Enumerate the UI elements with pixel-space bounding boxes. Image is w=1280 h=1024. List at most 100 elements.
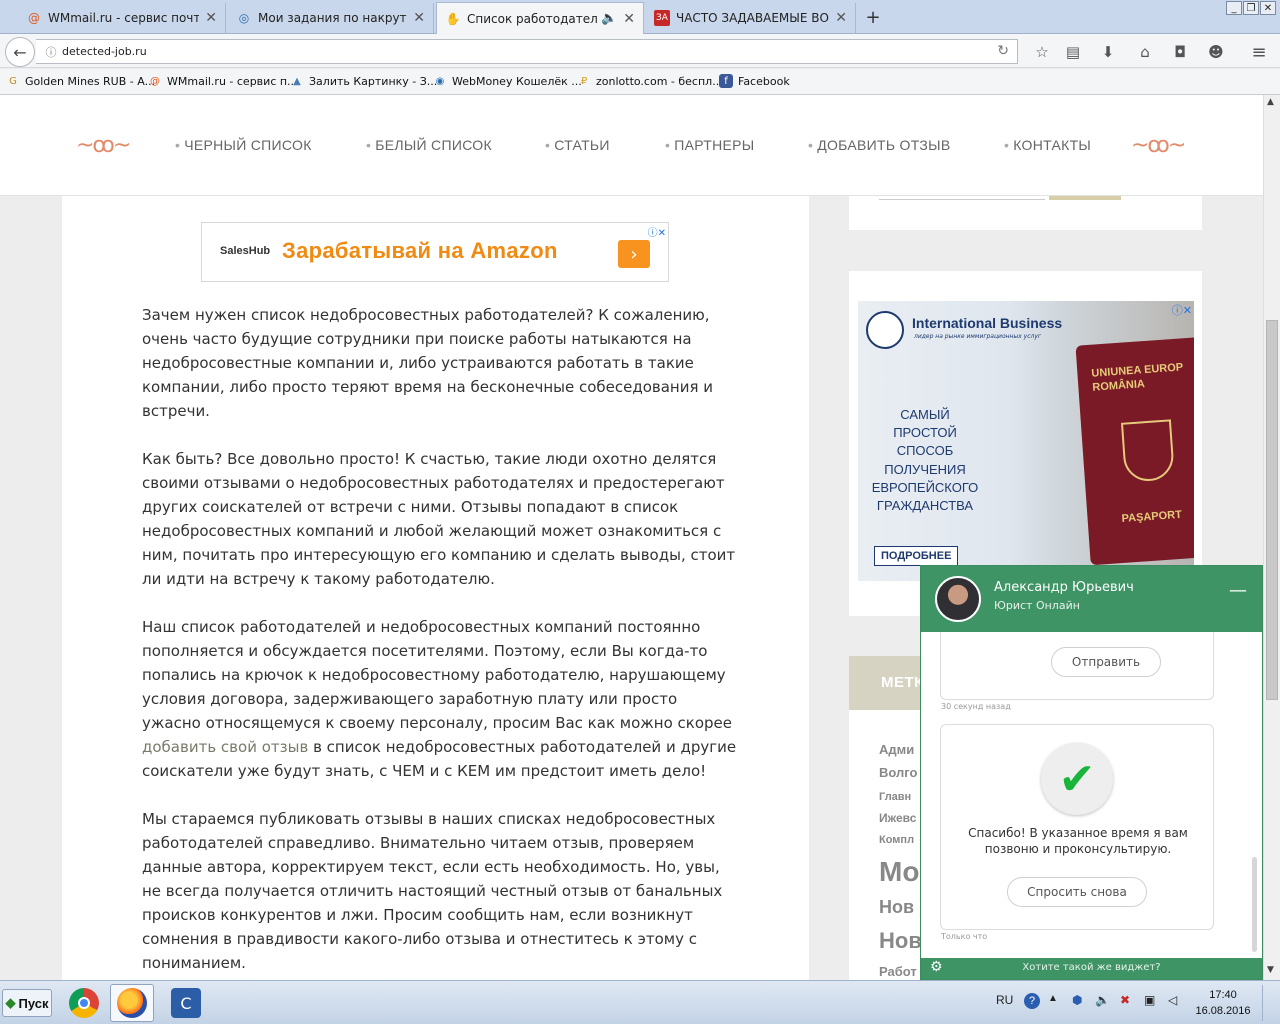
ad-close-icon[interactable]: ⓘ✕ xyxy=(1172,302,1192,318)
start-button[interactable]: ◆ Пуск xyxy=(2,989,52,1017)
network-error-icon[interactable]: ✖ xyxy=(1120,993,1130,1007)
bookmark-star-icon[interactable]: ☆ xyxy=(1032,42,1052,62)
more-button[interactable]: ПОДРОБНЕЕ xyxy=(874,546,959,566)
tag-link[interactable]: Нов xyxy=(879,928,922,954)
close-window-button[interactable]: ✕ xyxy=(1260,1,1276,15)
minimize-window-button[interactable]: _ xyxy=(1226,1,1242,15)
hexagon-app-icon: C xyxy=(171,988,201,1018)
windows-taskbar: ◆ Пуск C RU ? ▲ ⬢ 🔈 ✖ ▣ ◁ 17:40 16.08.201… xyxy=(0,980,1280,1024)
tag-link[interactable]: Главн xyxy=(879,791,911,803)
back-button[interactable]: ← xyxy=(5,37,35,67)
tag-link[interactable]: Мо xyxy=(879,856,919,888)
at-icon: @ xyxy=(28,11,40,25)
bookmark-wmmail[interactable]: @ WMmail.ru - сервис п... xyxy=(148,74,298,88)
tag-link[interactable]: Волго xyxy=(879,765,917,780)
close-icon[interactable]: ✕ xyxy=(623,11,635,27)
menu-blacklist[interactable]: • ЧЕРНЫЙ СПИСОК xyxy=(175,137,312,153)
windows-logo-icon: ◆ xyxy=(5,995,16,1010)
menu-partners[interactable]: • ПАРТНЕРЫ xyxy=(665,137,754,153)
firefox-icon xyxy=(117,988,147,1018)
tag-link[interactable]: Адми xyxy=(879,742,914,757)
confirmation-card: ✔ Спасибо! В указанное время я вам позво… xyxy=(940,724,1214,930)
citizenship-ad[interactable]: International Business лидер на рынке им… xyxy=(858,301,1194,581)
send-button[interactable]: Отправить xyxy=(1051,647,1161,677)
address-bar[interactable]: ⓘ detected-job.ru ↻ xyxy=(36,39,1018,64)
tray-expand-icon[interactable]: ▲ xyxy=(1048,993,1058,1004)
search-button[interactable] xyxy=(1049,196,1121,200)
ask-again-button[interactable]: Спросить снова xyxy=(1007,877,1147,907)
page-scrollbar[interactable]: ▲ ▼ xyxy=(1263,95,1280,980)
help-icon[interactable]: ? xyxy=(1024,993,1040,1009)
avatar xyxy=(935,576,981,622)
bookmark-upload-image[interactable]: ▲ Залить Картинку - З... xyxy=(290,74,437,88)
tab-employers-list[interactable]: ✋ Список работодателей 🔈 ✕ xyxy=(436,2,644,34)
chat-bubble-icon[interactable]: ☻ xyxy=(1206,42,1226,62)
tag-link[interactable]: Компл xyxy=(879,834,914,846)
home-icon[interactable]: ⌂ xyxy=(1135,42,1155,62)
tab-wmmail[interactable]: @ WMmail.ru - сервис почтовы... ✕ xyxy=(18,3,226,33)
bookmark-golden-mines[interactable]: G Golden Mines RUB - A... xyxy=(6,74,155,88)
bookmark-zonlotto[interactable]: ₽ zonlotto.com - беспл... xyxy=(577,74,723,88)
menu-articles[interactable]: • СТАТЬИ xyxy=(545,137,610,153)
image-icon: ▲ xyxy=(293,75,301,87)
speaker-icon[interactable]: 🔈 xyxy=(601,11,617,26)
tag-link[interactable]: Работ xyxy=(879,964,917,979)
add-review-link[interactable]: добавить свой отзыв xyxy=(142,738,308,756)
volume-icon[interactable]: 🔈 xyxy=(1095,993,1110,1007)
tag-link[interactable]: Нов xyxy=(879,897,914,918)
app-taskbar-button[interactable]: C xyxy=(164,984,208,1022)
lawyer-chat-widget: Александр Юрьевич Юрист Онлайн — Отправи… xyxy=(920,565,1263,980)
menu-whitelist[interactable]: • БЕЛЫЙ СПИСОК xyxy=(366,137,492,153)
site-menu: ~ꝏ~ • ЧЕРНЫЙ СПИСОК • БЕЛЫЙ СПИСОК • СТАТЬИ… xyxy=(0,95,1263,196)
close-icon[interactable]: ✕ xyxy=(413,10,425,26)
ad-close-icon[interactable]: ⓘ✕ xyxy=(648,224,666,239)
menu-add-review[interactable]: • ДОБАВИТЬ ОТЗЫВ xyxy=(808,137,951,153)
coin-icon: G xyxy=(9,75,17,87)
speaker-icon[interactable]: ◁ xyxy=(1168,993,1177,1007)
firefox-taskbar-button[interactable] xyxy=(110,984,154,1022)
bookmark-facebook[interactable]: f Facebook xyxy=(719,74,790,88)
at-icon: @ xyxy=(150,75,160,87)
close-icon[interactable]: ✕ xyxy=(835,10,847,26)
scroll-down-icon[interactable]: ▼ xyxy=(1267,965,1274,975)
crest-icon xyxy=(1120,419,1176,483)
network-icon[interactable]: ▣ xyxy=(1144,993,1155,1007)
article-text: Зачем нужен список недобросовестных рабо… xyxy=(142,303,737,980)
main-content: SalesHub Зарабатывай на Amazon › ⓘ✕ Заче… xyxy=(62,196,809,980)
show-desktop-button[interactable] xyxy=(1262,985,1276,1021)
timestamp: Только что xyxy=(941,932,988,941)
paragraph: Как быть? Все довольно просто! К счастью… xyxy=(142,450,736,588)
minimize-chat-button[interactable]: — xyxy=(1229,580,1247,601)
paragraph: Наш список работодателей и недобросовест… xyxy=(142,618,737,780)
ad-banner[interactable]: SalesHub Зарабатывай на Amazon › ⓘ✕ xyxy=(201,222,669,282)
agent-name: Александр Юрьевич xyxy=(994,580,1134,595)
globe-logo-icon xyxy=(866,311,904,349)
scroll-up-icon[interactable]: ▲ xyxy=(1267,97,1274,107)
browser-tab-bar: @ WMmail.ru - сервис почтовы... ✕ ◎ Мои … xyxy=(0,0,1280,34)
tab-faq[interactable]: ЗА ЧАСТО ЗАДАВАЕМЫЕ ВОПР... ✕ xyxy=(646,3,856,33)
reading-list-icon[interactable]: ▤ xyxy=(1063,42,1083,62)
tab-tasks[interactable]: ◎ Мои задания по накрутке ✕ xyxy=(228,3,434,33)
pocket-icon[interactable]: ◘ xyxy=(1170,42,1190,62)
restore-window-button[interactable]: ❐ xyxy=(1243,1,1259,15)
menu-icon[interactable]: ≡ xyxy=(1249,42,1269,63)
info-icon[interactable]: ⓘ xyxy=(40,44,62,60)
download-icon[interactable]: ⬇ xyxy=(1098,42,1118,62)
chevron-right-icon[interactable]: › xyxy=(618,240,650,268)
menu-contacts[interactable]: • КОНТАКТЫ xyxy=(1004,137,1091,153)
get-widget-link[interactable]: Хотите такой же виджет? xyxy=(921,962,1262,973)
reload-icon[interactable]: ↻ xyxy=(997,43,1009,59)
new-tab-button[interactable]: + xyxy=(862,6,884,28)
chat-scrollbar[interactable] xyxy=(1252,857,1257,952)
chrome-taskbar-button[interactable] xyxy=(62,984,106,1022)
bookmarks-bar: G Golden Mines RUB - A... @ WMmail.ru - … xyxy=(0,69,1280,95)
bookmark-webmoney[interactable]: ◉ WebMoney Кошелёк ... xyxy=(433,74,582,88)
scrollbar-thumb[interactable] xyxy=(1266,320,1278,700)
search-input[interactable] xyxy=(879,196,1045,200)
tag-link[interactable]: Ижевс xyxy=(879,811,916,825)
language-indicator[interactable]: RU xyxy=(996,993,1013,1007)
shield-icon[interactable]: ⬢ xyxy=(1072,993,1082,1007)
clock[interactable]: 17:40 16.08.2016 xyxy=(1195,987,1251,1019)
close-icon[interactable]: ✕ xyxy=(205,10,217,26)
target-icon: ◎ xyxy=(238,11,250,25)
